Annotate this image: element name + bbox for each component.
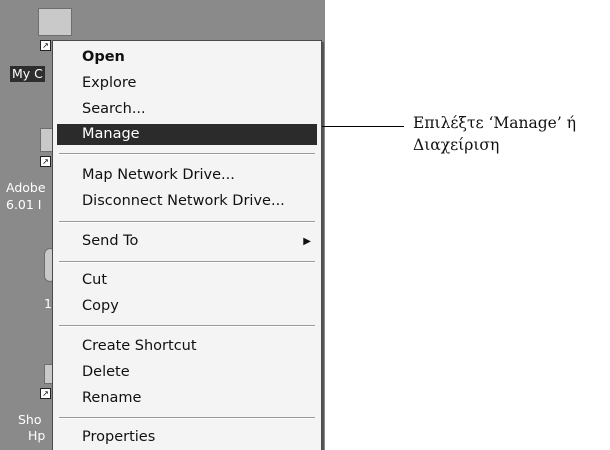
menu-item-map-network-drive[interactable]: Map Network Drive... (57, 165, 317, 186)
shortcut-arrow-icon: ↗ (40, 156, 51, 167)
context-menu: Open Explore Search... Manage Map Networ… (52, 40, 322, 450)
menu-item-send-to-label: Send To (82, 233, 139, 249)
menu-item-send-to[interactable]: Send To ▶ (57, 231, 317, 252)
menu-item-search[interactable]: Search... (57, 99, 317, 120)
menu-separator (59, 221, 315, 223)
menu-item-create-shortcut[interactable]: Create Shortcut (57, 336, 317, 357)
callout-text-line-1: Επιλέξτε ‘Manage’ ή (413, 114, 576, 132)
menu-separator (59, 325, 315, 327)
shortcut-arrow-icon: ↗ (40, 388, 51, 399)
menu-separator (59, 261, 315, 263)
menu-item-copy[interactable]: Copy (57, 296, 317, 317)
menu-separator (59, 417, 315, 419)
menu-item-properties[interactable]: Properties (57, 427, 317, 448)
shortcut-arrow-icon: ↗ (40, 40, 51, 51)
callout-text-line-2: Διαχείριση (413, 136, 500, 154)
menu-item-delete[interactable]: Delete (57, 362, 317, 383)
callout-line (322, 126, 404, 127)
menu-item-cut[interactable]: Cut (57, 270, 317, 291)
menu-item-disconnect-network-drive[interactable]: Disconnect Network Drive... (57, 191, 317, 212)
menu-separator (59, 153, 315, 155)
desktop-icon-label-item[interactable]: 1 (44, 296, 52, 312)
menu-item-open[interactable]: Open (57, 47, 317, 68)
desktop-icon-label-adobe[interactable]: Adobe (6, 180, 46, 196)
menu-item-rename[interactable]: Rename (57, 388, 317, 409)
desktop-icon-label-my-computer[interactable]: My C (10, 66, 45, 82)
desktop-icon-label-shortcut[interactable]: Sho (18, 412, 42, 428)
menu-item-manage[interactable]: Manage (57, 124, 317, 145)
my-computer-icon[interactable] (38, 8, 72, 36)
desktop-icon-label-adobe-version[interactable]: 6.01 I (6, 197, 42, 213)
menu-item-explore[interactable]: Explore (57, 73, 317, 94)
callout-annotation: Επιλέξτε ‘Manage’ ή Διαχείριση (413, 112, 608, 156)
desktop-icon-label-shortcut-2[interactable]: Hp (28, 428, 45, 444)
submenu-arrow-icon: ▶ (303, 236, 311, 247)
